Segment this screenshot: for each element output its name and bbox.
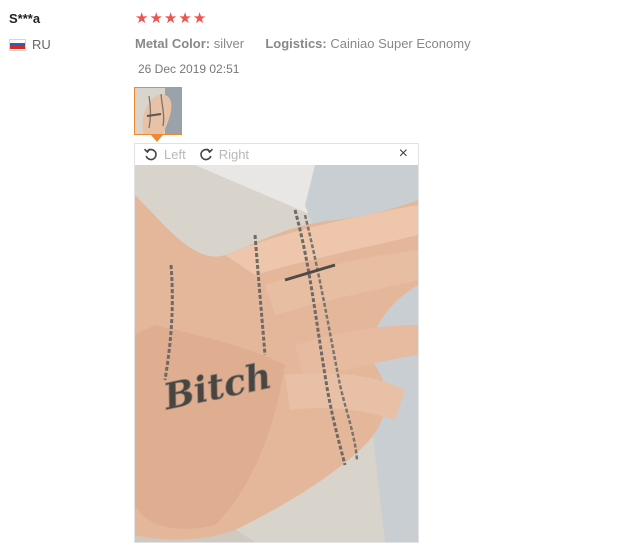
russia-flag-icon [9,38,26,51]
photo-viewer: Left Right × Bitch [134,143,419,543]
logistics-label: Logistics: [265,36,327,51]
reviewer-country: RU [9,37,51,52]
country-code: RU [32,37,51,52]
rotate-right-label: Right [218,146,250,162]
close-viewer-button[interactable]: × [399,146,408,162]
metal-color-label: Metal Color: [135,36,211,51]
metal-color-value: silver [213,36,245,51]
logistics-value: Cainiao Super Economy [330,36,471,51]
review-photo-thumbnail[interactable] [134,87,182,135]
review-date: 26 Dec 2019 02:51 [138,62,240,76]
rotate-left-label: Left [164,146,186,162]
rotate-right-button[interactable]: Right [198,146,249,162]
rotate-right-icon [199,148,213,161]
star-icon: ★ [163,10,178,27]
review-photo: Bitch [135,165,418,542]
thumbnail-photo [135,88,181,134]
reviewer-name: S***a [9,11,41,26]
review-attributes: Metal Color: silver Logistics: Cainiao S… [135,36,471,51]
thumbnail-pointer [151,135,163,142]
star-icon: ★ [149,10,163,27]
star-icon: ★ [135,10,149,27]
viewer-toolbar: Left Right × [135,144,418,164]
rotate-left-icon [143,148,157,161]
rotate-left-button[interactable]: Left [143,146,186,162]
star-icon: ★ [178,10,192,27]
review-photo-content: Bitch [135,165,418,542]
star-rating: ★ ★ ★ ★ ★ [135,11,206,27]
star-icon: ★ [192,10,207,27]
